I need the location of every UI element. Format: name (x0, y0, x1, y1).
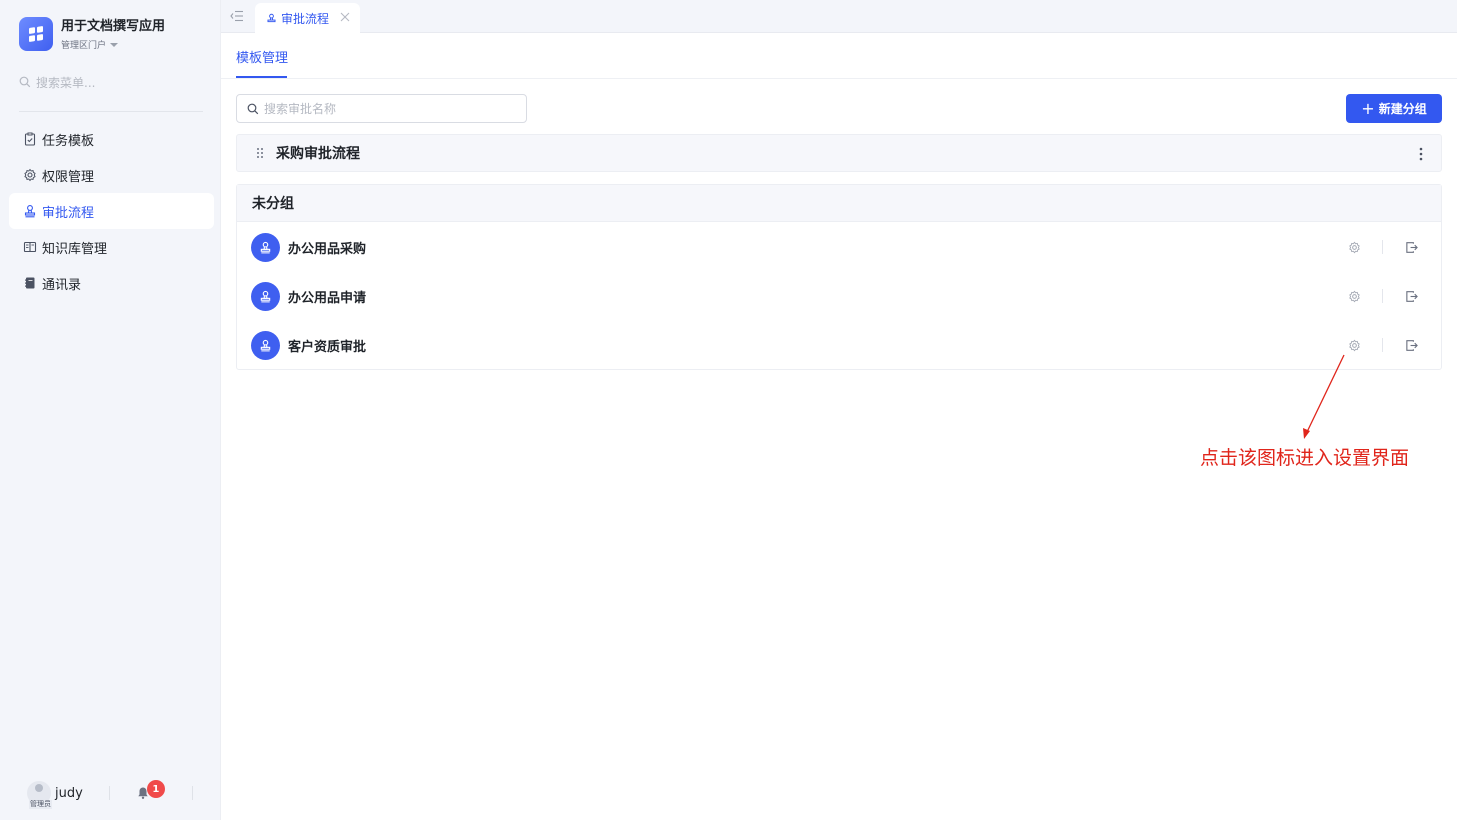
portal-switcher[interactable]: 管理区门户 (61, 38, 165, 51)
more-vertical-icon[interactable] (1419, 147, 1423, 161)
user-bar: 管理员 judy 1 (27, 780, 197, 809)
divider (1382, 338, 1383, 352)
sidebar-item-label: 权限管理 (42, 169, 95, 185)
sidebar-item-label: 知识库管理 (42, 241, 108, 257)
divider (1382, 289, 1383, 303)
avatar-head-icon (35, 784, 43, 792)
close-icon[interactable] (340, 12, 350, 22)
active-tab-indicator (236, 76, 287, 78)
sidebar-item-label: 任务模板 (42, 133, 95, 149)
move-out-icon[interactable] (1405, 339, 1418, 352)
approval-name[interactable]: 办公用品申请 (288, 287, 366, 306)
sidebar-item-task-templates[interactable]: 任务模板 (9, 121, 214, 157)
stamp-icon (251, 233, 280, 262)
user-name[interactable]: judy (55, 786, 83, 801)
approval-name[interactable]: 客户资质审批 (288, 336, 366, 355)
plus-icon: + (1361, 98, 1375, 118)
group-card[interactable]: 采购审批流程 (236, 134, 1442, 172)
book-open-icon (23, 241, 37, 253)
clipboard-check-icon (24, 132, 36, 146)
sidebar-item-label: 审批流程 (42, 205, 95, 221)
collapse-sidebar-icon[interactable] (230, 10, 244, 22)
search-icon (19, 76, 31, 88)
app-title: 用于文档撰写应用 (61, 19, 166, 34)
ungrouped-panel: 未分组 办公用品采购 办公用品申请 客户资质审批 (236, 184, 1442, 370)
tab-template-management[interactable]: 模板管理 (236, 47, 288, 78)
divider (1382, 240, 1383, 254)
divider (108, 786, 110, 800)
approval-search[interactable] (236, 94, 527, 123)
sidebar-item-knowledge-base[interactable]: 知识库管理 (9, 229, 214, 265)
sub-tabs: 模板管理 (221, 34, 1457, 79)
settings-gear-icon[interactable] (1348, 241, 1361, 254)
app-header[interactable]: 用于文档撰写应用 管理区门户 (19, 17, 165, 51)
stamp-icon (251, 331, 280, 360)
notification-badge: 1 (146, 780, 165, 798)
approval-name[interactable]: 办公用品采购 (288, 238, 366, 257)
move-out-icon[interactable] (1405, 290, 1418, 303)
portal-label: 管理区门户 (61, 41, 107, 51)
sidebar-item-contacts[interactable]: 通讯录 (9, 265, 214, 301)
sidebar-item-label: 通讯录 (42, 277, 82, 293)
new-group-label: 新建分组 (1378, 102, 1427, 116)
caret-down-icon (110, 42, 119, 47)
stamp-icon (267, 13, 276, 22)
move-out-icon[interactable] (1405, 241, 1418, 254)
divider (192, 786, 193, 800)
tab-bar: 审批流程 (221, 0, 1457, 33)
contact-book-icon (25, 277, 35, 289)
gear-icon (24, 168, 36, 182)
stamp-icon (251, 282, 280, 311)
search-icon (247, 103, 259, 114)
list-item[interactable]: 办公用品申请 (237, 272, 1441, 321)
sidebar: 用于文档撰写应用 管理区门户 搜索菜单... 任务模板 权限管理 审批流程 知识… (0, 0, 221, 820)
tab-label: 审批流程 (281, 11, 330, 26)
new-group-button[interactable]: + 新建分组 (1346, 94, 1442, 123)
avatar[interactable]: 管理员 (27, 781, 52, 809)
settings-gear-icon[interactable] (1348, 290, 1361, 303)
settings-gear-icon[interactable] (1348, 339, 1361, 352)
group-name: 采购审批流程 (276, 146, 360, 162)
menu-search-placeholder[interactable]: 搜索菜单... (36, 74, 95, 91)
list-item[interactable]: 办公用品采购 (237, 223, 1441, 272)
sidebar-item-permissions[interactable]: 权限管理 (9, 157, 214, 193)
sidebar-nav: 任务模板 权限管理 审批流程 知识库管理 通讯录 (9, 121, 214, 301)
notification-button[interactable]: 1 (136, 780, 165, 800)
menu-divider (19, 111, 203, 112)
app-logo-icon (19, 17, 53, 51)
sidebar-item-approval-flow[interactable]: 审批流程 (9, 193, 214, 229)
stamp-icon (24, 205, 36, 218)
approval-search-input[interactable] (264, 101, 514, 116)
annotation-text: 点击该图标进入设置界面 (1200, 447, 1410, 469)
role-tag: 管理员 (29, 800, 52, 809)
tab-approval-flow[interactable]: 审批流程 (255, 3, 360, 33)
drag-handle-icon[interactable] (256, 147, 264, 159)
menu-search[interactable]: 搜索菜单... (19, 72, 203, 92)
list-item[interactable]: 客户资质审批 (237, 321, 1441, 370)
ungrouped-title: 未分组 (237, 185, 1441, 222)
